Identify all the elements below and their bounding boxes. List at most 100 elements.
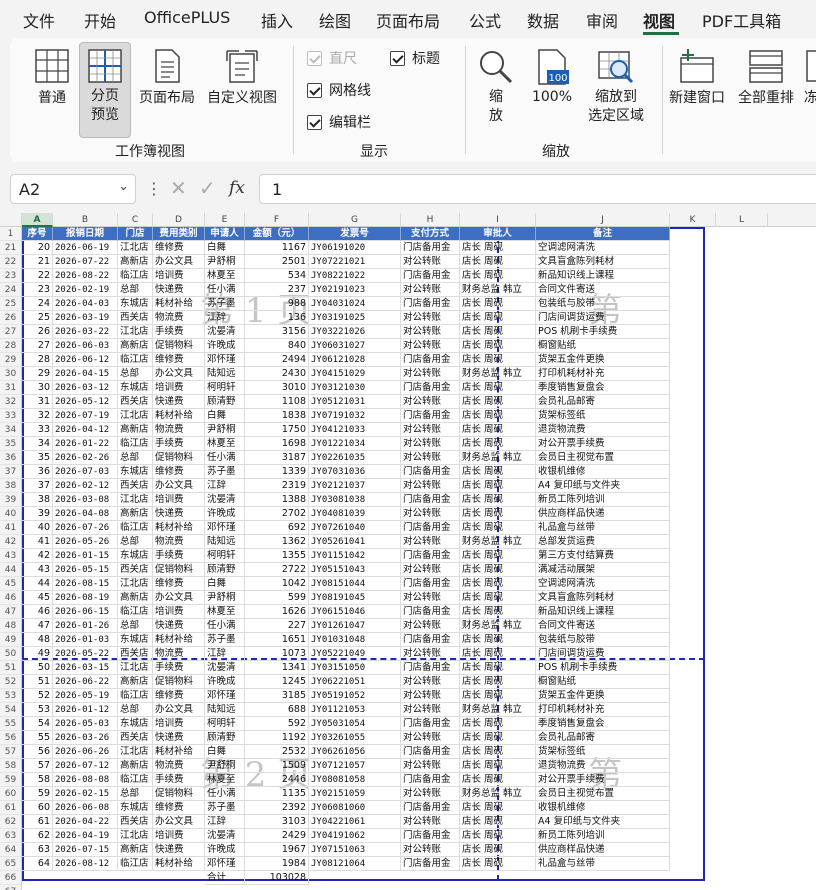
cell[interactable]: 高新店 — [118, 507, 153, 521]
cell[interactable]: 对公转账 — [401, 283, 460, 297]
cell[interactable]: 门店备用金 — [401, 829, 460, 843]
cell[interactable]: 礼品盒与丝带 — [536, 857, 670, 871]
cell[interactable]: 门店备用金 — [401, 269, 460, 283]
cell[interactable]: 2446 — [245, 773, 309, 787]
cell[interactable]: 1509 — [245, 759, 309, 773]
cell[interactable]: 耗材补给 — [153, 857, 205, 871]
cell[interactable]: 对公转账 — [401, 339, 460, 353]
cell[interactable]: 新品知识线上课程 — [536, 605, 670, 619]
cell[interactable]: 门店备用金 — [401, 353, 460, 367]
cell[interactable]: JY06031027 — [309, 339, 401, 353]
cell[interactable]: 41 — [22, 535, 53, 549]
cell[interactable]: JY04031024 — [309, 297, 401, 311]
cell[interactable]: 总部 — [118, 451, 153, 465]
row-header[interactable]: 52 — [0, 675, 21, 689]
cell[interactable]: 2026-05-19 — [53, 689, 118, 703]
row-header[interactable]: 43 — [0, 549, 21, 563]
cell[interactable]: 高新店 — [118, 591, 153, 605]
cell[interactable]: 1042 — [245, 577, 309, 591]
cell[interactable]: 货架标签纸 — [536, 409, 670, 423]
cell[interactable]: 文具盲盒陈列耗材 — [536, 255, 670, 269]
cell[interactable]: 店长 周砚 — [460, 353, 536, 367]
cell[interactable]: 对公转账 — [401, 451, 460, 465]
column-title[interactable]: 序号 — [22, 227, 53, 241]
column-title[interactable]: 报销日期 — [53, 227, 118, 241]
cell[interactable]: 会员礼品邮寄 — [536, 395, 670, 409]
cell[interactable]: 2026-08-08 — [53, 773, 118, 787]
cell[interactable]: 高新店 — [118, 255, 153, 269]
cell[interactable]: 1355 — [245, 549, 309, 563]
column-header-i[interactable]: I — [460, 213, 536, 227]
cell[interactable]: 尹舒桐 — [205, 591, 245, 605]
cell[interactable]: 1341 — [245, 661, 309, 675]
cell[interactable]: 3156 — [245, 325, 309, 339]
cell[interactable]: 840 — [245, 339, 309, 353]
cell[interactable]: 店长 周砚 — [460, 745, 536, 759]
cell[interactable]: 28 — [22, 353, 53, 367]
cell[interactable]: JY01151042 — [309, 549, 401, 563]
cell[interactable]: 3010 — [245, 381, 309, 395]
cell[interactable]: 2026-06-22 — [53, 675, 118, 689]
cell[interactable]: 陆知远 — [205, 703, 245, 717]
cell[interactable]: 邓怀瑾 — [205, 353, 245, 367]
cell[interactable]: 2494 — [245, 353, 309, 367]
row-header[interactable]: 56 — [0, 731, 21, 745]
cell[interactable]: 临江店 — [118, 269, 153, 283]
cell[interactable]: 办公文具 — [153, 703, 205, 717]
cell[interactable]: 22 — [22, 269, 53, 283]
cell[interactable]: 2026-02-26 — [53, 451, 118, 465]
column-header-a[interactable]: A — [22, 213, 53, 227]
row-header[interactable]: 36 — [0, 451, 21, 465]
cell[interactable]: 门店备用金 — [401, 661, 460, 675]
cell[interactable]: 门店备用金 — [401, 801, 460, 815]
cell[interactable]: JY07031036 — [309, 465, 401, 479]
row-header[interactable]: 24 — [0, 283, 21, 297]
cell[interactable]: 白舞 — [205, 241, 245, 255]
cell[interactable]: 门店备用金 — [401, 381, 460, 395]
cell[interactable]: 会员礼品邮寄 — [536, 731, 670, 745]
cell[interactable]: 2026-01-26 — [53, 619, 118, 633]
cell[interactable]: 2430 — [245, 367, 309, 381]
cell[interactable]: 31 — [22, 395, 53, 409]
cell[interactable]: 江辞 — [205, 647, 245, 661]
cell[interactable]: JY04121033 — [309, 423, 401, 437]
row-header[interactable]: 58 — [0, 759, 21, 773]
cell[interactable]: 2026-04-22 — [53, 815, 118, 829]
cell[interactable]: 顾清野 — [205, 395, 245, 409]
cell[interactable]: 维修费 — [153, 465, 205, 479]
cell[interactable]: 会员日主视觉布置 — [536, 451, 670, 465]
cell[interactable]: 顾清野 — [205, 563, 245, 577]
cell[interactable]: 2026-03-19 — [53, 311, 118, 325]
column-title[interactable]: 门店 — [118, 227, 153, 241]
cell[interactable]: 打印机耗材补充 — [536, 367, 670, 381]
cell[interactable]: 高新店 — [118, 843, 153, 857]
cell[interactable]: 2026-04-19 — [53, 829, 118, 843]
cell[interactable]: 1626 — [245, 605, 309, 619]
cell[interactable]: 白舞 — [205, 577, 245, 591]
cell[interactable]: 临江店 — [118, 605, 153, 619]
cell[interactable]: 2026-03-08 — [53, 493, 118, 507]
cell[interactable]: 满减活动展架 — [536, 563, 670, 577]
cell[interactable]: JY08151044 — [309, 577, 401, 591]
arrange-all-button[interactable]: 全部重排 — [734, 48, 798, 108]
cell[interactable]: 20 — [22, 241, 53, 255]
cell[interactable]: 邓怀瑾 — [205, 521, 245, 535]
cell[interactable]: 店长 周砚 — [460, 801, 536, 815]
row-header[interactable]: 48 — [0, 619, 21, 633]
cell[interactable]: 店长 周砚 — [460, 829, 536, 843]
cell[interactable]: JY08121064 — [309, 857, 401, 871]
cell[interactable]: 季度销售复盘会 — [536, 381, 670, 395]
cell[interactable]: 64 — [22, 857, 53, 871]
cell[interactable]: 供应商样品快递 — [536, 507, 670, 521]
row-header[interactable]: 28 — [0, 339, 21, 353]
cell[interactable]: 对公转账 — [401, 507, 460, 521]
cell[interactable]: 53 — [22, 703, 53, 717]
cell[interactable]: 2026-02-15 — [53, 787, 118, 801]
cell[interactable]: 2026-07-22 — [53, 255, 118, 269]
cell[interactable]: JY03121030 — [309, 381, 401, 395]
cell[interactable]: 林夏至 — [205, 605, 245, 619]
cell[interactable]: 店长 周砚 — [460, 395, 536, 409]
cell[interactable]: 财务总监 韩立 — [460, 367, 536, 381]
cell[interactable]: 耗材补给 — [153, 745, 205, 759]
row-header[interactable]: 41 — [0, 521, 21, 535]
